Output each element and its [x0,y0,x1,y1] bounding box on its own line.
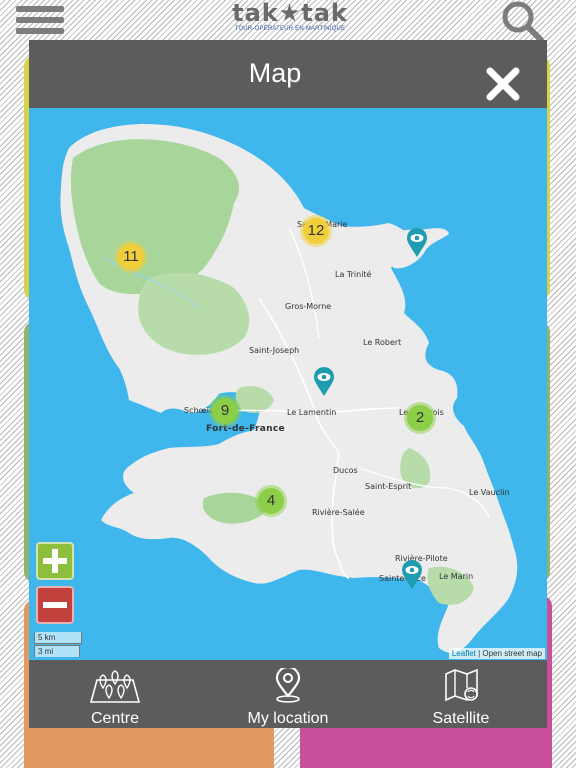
scale-km: 5 km [34,632,82,644]
logo-text: tak★tak [232,0,348,27]
place-label: Le Vauclin [469,488,510,497]
plus-icon [43,549,67,573]
satellite-label: Satellite [432,710,490,727]
map-attribution: Leaflet | Open street map [448,648,545,659]
centre-label: Centre [90,710,140,727]
modal-title: Map [248,58,302,88]
my-location-button[interactable]: My location [233,660,343,728]
eye-marker-icon[interactable] [313,367,335,397]
place-label: Gros-Morne [285,302,332,311]
place-label: Le Lamentin [287,408,337,417]
centre-button[interactable]: Centre [69,660,161,728]
my-location-label: My location [247,710,329,727]
place-label: Le Robert [363,338,402,347]
modal-header: Map [29,40,547,108]
close-icon[interactable] [485,66,521,102]
satellite-button[interactable]: Satellite [419,660,503,728]
map-refresh-icon [445,668,478,702]
zoom-in-button[interactable] [36,542,74,580]
zoom-out-button[interactable] [36,586,74,624]
place-label: Saint-Esprit [365,482,412,491]
place-label: Fort-de-France [206,424,285,434]
map-cluster[interactable]: 4 [258,488,284,514]
app-logo[interactable]: tak★tak TOUR-OPÉRATEUR EN MARTINIQUE [228,0,352,32]
eye-marker-icon[interactable] [401,560,423,590]
map-modal: Map Sainte-Marie La [29,40,547,728]
scale-mi: 3 mi [34,645,80,657]
logo-tagline: TOUR-OPÉRATEUR EN MARTINIQUE [234,26,346,32]
eye-marker-icon[interactable] [406,228,428,258]
map-cluster[interactable]: 12 [303,218,329,244]
place-label: Saint-Joseph [249,346,300,355]
place-label: La Trinité [335,270,372,279]
osm-attribution: Open street map [482,649,542,658]
search-icon[interactable] [500,0,544,44]
map-view[interactable]: Sainte-Marie La Trinité Gros-Morne Le Ro… [29,108,547,660]
map-cluster[interactable]: 2 [407,405,433,431]
minus-icon [43,602,67,608]
map-cluster[interactable]: 9 [212,398,238,424]
place-label: Rivière-Salée [312,508,365,517]
map-cluster[interactable]: 11 [118,244,144,270]
menu-icon[interactable] [16,6,64,38]
place-label: Le Marin [439,572,474,581]
place-label: Ducos [333,466,358,475]
leaflet-link[interactable]: Leaflet [452,649,476,658]
map-toolbar: Centre My location Satellite [29,660,547,728]
location-pin-icon [275,668,301,703]
map-pins-icon [89,670,141,703]
